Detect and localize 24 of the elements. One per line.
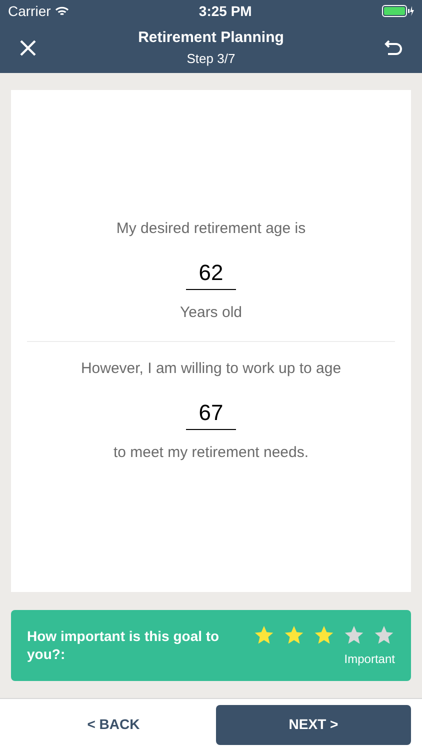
wifi-icon xyxy=(54,6,69,16)
star-filled-icon[interactable] xyxy=(313,624,335,646)
star-empty-icon[interactable] xyxy=(373,624,395,646)
close-icon xyxy=(19,38,37,56)
willing-age-field[interactable]: 67 xyxy=(186,396,236,430)
desired-age-field[interactable]: 62 xyxy=(186,256,236,290)
back-button[interactable]: < BACK xyxy=(11,714,216,735)
undo-icon xyxy=(384,38,404,56)
next-button[interactable]: NEXT > xyxy=(216,704,411,744)
star-filled-icon[interactable] xyxy=(253,624,275,646)
step-indicator: Step 3/7 xyxy=(186,50,236,68)
header-title: Retirement Planning xyxy=(138,28,284,48)
battery-icon xyxy=(382,5,414,17)
star-rating[interactable] xyxy=(253,624,395,646)
importance-question: How important is this goal to you?: xyxy=(27,628,220,663)
star-filled-icon[interactable] xyxy=(283,624,305,646)
carrier-label: Carrier xyxy=(8,2,51,20)
willing-age-label: However, I am willing to work up to age xyxy=(80,358,342,378)
years-old-label: Years old xyxy=(180,303,242,323)
star-empty-icon[interactable] xyxy=(343,624,365,646)
needs-label: to meet my retirement needs. xyxy=(113,443,309,463)
status-time: 3:25 PM xyxy=(198,2,252,20)
rating-label: Important xyxy=(344,650,395,668)
desired-age-label: My desired retirement age is xyxy=(116,218,306,238)
